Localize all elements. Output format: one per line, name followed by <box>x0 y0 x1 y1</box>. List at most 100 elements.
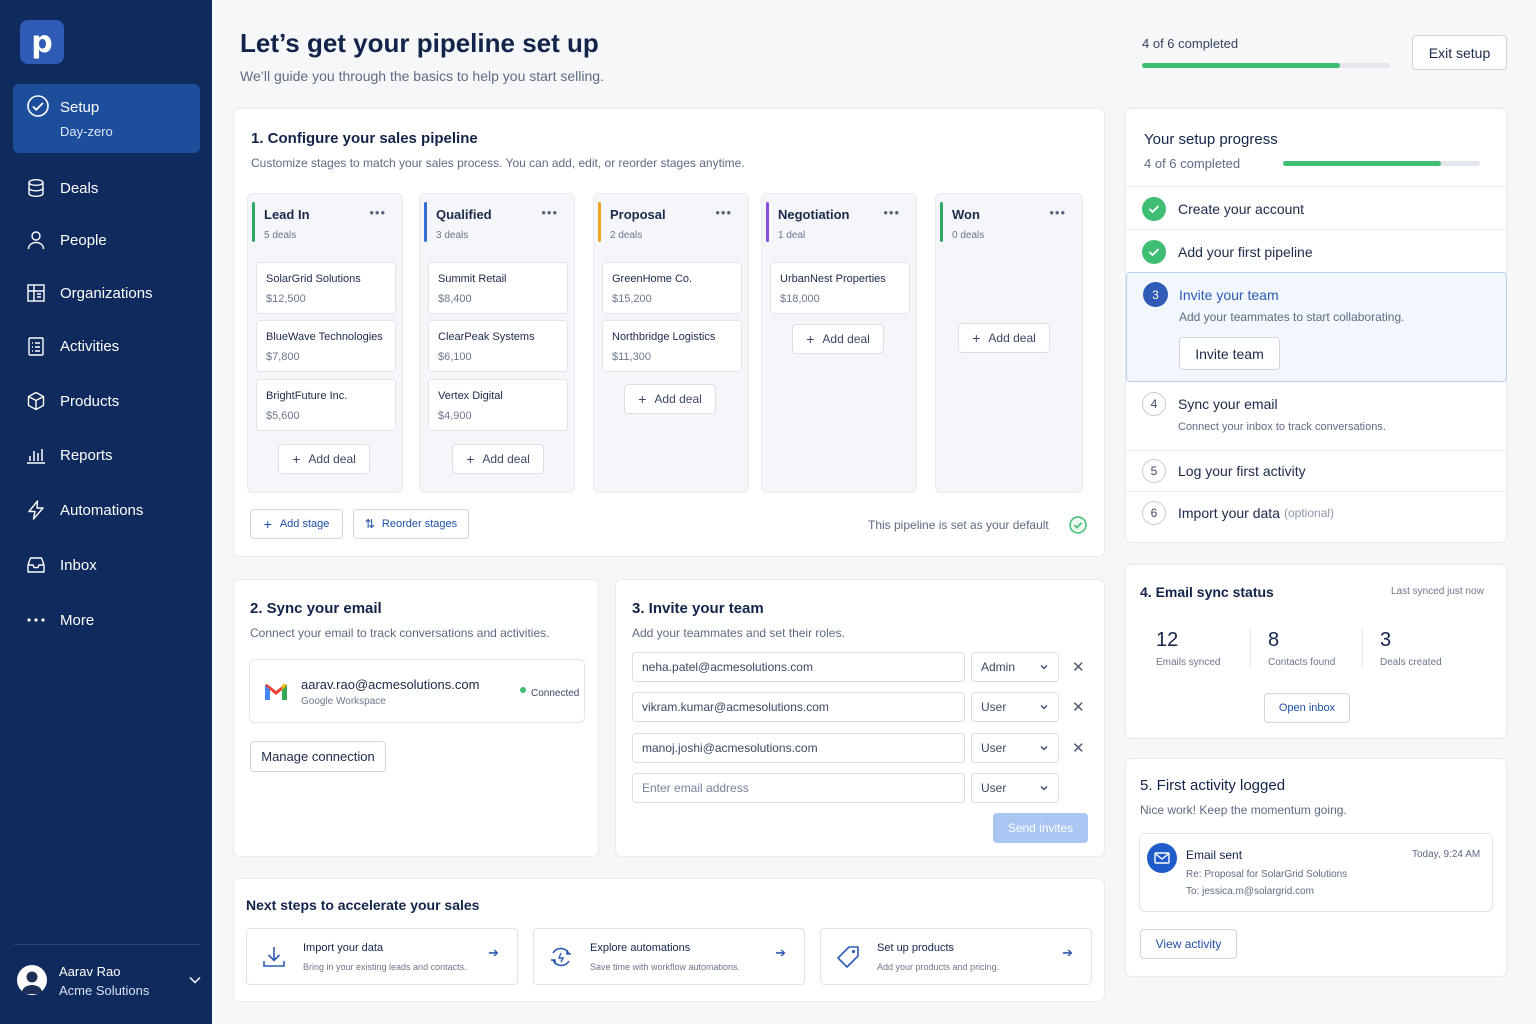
role-select[interactable]: Admin <box>971 652 1059 682</box>
sidebar-item-label: Products <box>60 392 120 410</box>
last-synced: Last synced just now <box>1391 586 1484 597</box>
open-inbox-button[interactable]: Open inbox <box>1264 693 1350 723</box>
user-menu[interactable]: Aarav Rao Acme Solutions <box>17 962 204 1002</box>
deal-card[interactable]: BrightFuture Inc. $5,600 <box>256 379 396 431</box>
setup-step[interactable]: Add your first pipeline <box>1126 229 1506 273</box>
stage-menu-icon[interactable]: ••• <box>1049 205 1066 220</box>
role-select[interactable]: User <box>971 773 1059 803</box>
send-invites-button[interactable]: Send invites <box>993 813 1088 843</box>
deal-value: $11,300 <box>612 351 651 363</box>
add-stage-button[interactable]: + Add stage <box>250 509 343 539</box>
activity-item[interactable]: Email sent Today, 9:24 AM Re: Proposal f… <box>1139 833 1493 912</box>
deal-card[interactable]: Vertex Digital $4,900 <box>428 379 568 431</box>
setup-step-title: Import your data <box>1178 505 1280 521</box>
remove-invite-icon[interactable]: ✕ <box>1072 698 1085 716</box>
setup-progress-title: Your setup progress <box>1144 131 1278 148</box>
setup-step[interactable]: 4 Sync your email Connect your inbox to … <box>1126 383 1506 450</box>
sidebar-item-people[interactable]: People <box>26 226 201 254</box>
next-steps-title: Next steps to accelerate your sales <box>246 897 480 913</box>
default-pipeline-note: This pipeline is set as your default <box>868 518 1049 532</box>
new-invite-email-input[interactable]: Enter email address <box>632 773 965 803</box>
deal-card[interactable]: ClearPeak Systems $6,100 <box>428 320 568 372</box>
deal-card[interactable]: UrbanNest Properties $18,000 <box>770 262 910 314</box>
view-activity-button[interactable]: View activity <box>1140 929 1237 959</box>
deal-name: GreenHome Co. <box>612 273 693 285</box>
deal-value: $4,900 <box>438 410 472 422</box>
role-value: Admin <box>981 660 1016 674</box>
stage-menu-icon[interactable]: ••• <box>541 205 558 220</box>
sidebar-item-products[interactable]: Products <box>26 387 201 415</box>
next-step-import[interactable]: Import your data Bring in your existing … <box>246 928 518 985</box>
setup-step-desc: Add your teammates to start collaboratin… <box>1179 310 1405 324</box>
stage-name: Won <box>952 207 980 222</box>
mail-icon <box>1147 843 1177 873</box>
deal-card[interactable]: Northbridge Logistics $11,300 <box>602 320 742 372</box>
add-deal-button[interactable]: + Add deal <box>958 323 1050 353</box>
stage-menu-icon[interactable]: ••• <box>369 205 386 220</box>
exit-setup-button[interactable]: Exit setup <box>1412 35 1507 70</box>
chevron-down-icon <box>1040 746 1048 751</box>
remove-invite-icon[interactable]: ✕ <box>1072 658 1085 676</box>
setup-step-title: Create your account <box>1178 201 1305 217</box>
stage-name: Lead In <box>264 207 310 222</box>
role-select[interactable]: User <box>971 733 1059 763</box>
reorder-stages-button[interactable]: ⇅ Reorder stages <box>353 509 469 539</box>
sidebar-item-more[interactable]: More <box>26 606 201 634</box>
sidebar-item-setup[interactable]: Setup Day-zero <box>13 84 200 153</box>
app-logo[interactable]: p <box>20 20 64 64</box>
add-deal-button[interactable]: + Add deal <box>452 444 544 474</box>
role-select[interactable]: User <box>971 692 1059 722</box>
sidebar-item-deals[interactable]: Deals <box>26 174 201 202</box>
email-account-address: aarav.rao@acmesolutions.com <box>301 677 480 692</box>
setup-step[interactable]: Create your account <box>1126 186 1506 230</box>
sidebar-item-organizations[interactable]: Organizations <box>26 279 201 307</box>
check-circle-icon <box>1069 516 1087 534</box>
remove-invite-icon[interactable]: ✕ <box>1072 739 1085 757</box>
deal-card[interactable]: Summit Retail $8,400 <box>428 262 568 314</box>
setup-step[interactable]: 5 Log your first activity <box>1126 450 1506 491</box>
check-circle-icon <box>27 95 49 117</box>
deal-value: $7,800 <box>266 351 300 363</box>
add-deal-button[interactable]: + Add deal <box>792 324 884 354</box>
sidebar-item-reports[interactable]: Reports <box>26 441 201 469</box>
sync-email-title: 2. Sync your email <box>250 600 382 617</box>
stage-menu-icon[interactable]: ••• <box>883 205 900 220</box>
setup-step-active[interactable]: 3 Invite your team Add your teammates to… <box>1126 272 1507 382</box>
plus-icon: + <box>466 451 475 467</box>
deal-name: UrbanNest Properties <box>780 273 886 285</box>
activity-recipient: To: jessica.m@solargrid.com <box>1186 886 1314 897</box>
setup-step[interactable]: 6 Import your data (optional) <box>1126 491 1506 533</box>
manage-connection-button[interactable]: Manage connection <box>250 741 386 772</box>
step-number: 5 <box>1142 459 1166 483</box>
add-deal-button[interactable]: + Add deal <box>624 384 716 414</box>
email-provider: Google Workspace <box>301 696 386 707</box>
sidebar-item-label: People <box>60 231 107 249</box>
sidebar-item-activities[interactable]: Activities <box>26 332 201 360</box>
stat-value: 3 <box>1380 629 1392 651</box>
next-step-automations[interactable]: Explore automations Save time with workf… <box>533 928 805 985</box>
check-icon <box>1142 197 1166 221</box>
sync-email-subtitle: Connect your email to track conversation… <box>250 626 550 640</box>
stage-menu-icon[interactable]: ••• <box>715 205 732 220</box>
add-deal-button[interactable]: + Add deal <box>278 444 370 474</box>
sidebar-item-automations[interactable]: Automations <box>26 496 201 524</box>
next-step-desc: Add your products and pricing. <box>877 962 1000 972</box>
deal-card[interactable]: GreenHome Co. $15,200 <box>602 262 742 314</box>
invite-team-button[interactable]: Invite team <box>1179 337 1280 370</box>
connected-dot <box>520 687 526 693</box>
step-number: 3 <box>1143 282 1168 307</box>
avatar <box>17 965 47 995</box>
invite-email-input[interactable]: manoj.joshi@acmesolutions.com <box>632 733 965 763</box>
next-step-products[interactable]: Set up products Add your products and pr… <box>820 928 1092 985</box>
header-progress-fill <box>1142 63 1341 68</box>
email-sync-title: 4. Email sync status <box>1140 584 1274 600</box>
invite-email-input[interactable]: vikram.kumar@acmesolutions.com <box>632 692 965 722</box>
page-title: Let’s get your pipeline set up <box>240 28 599 58</box>
deal-card[interactable]: BlueWave Technologies $7,800 <box>256 320 396 372</box>
invite-email-input[interactable]: neha.patel@acmesolutions.com <box>632 652 965 682</box>
stage-color-stripe <box>252 202 255 242</box>
dots-icon <box>27 618 45 622</box>
sidebar-item-inbox[interactable]: Inbox <box>26 551 201 579</box>
database-icon <box>28 179 44 198</box>
deal-card[interactable]: SolarGrid Solutions $12,500 <box>256 262 396 314</box>
